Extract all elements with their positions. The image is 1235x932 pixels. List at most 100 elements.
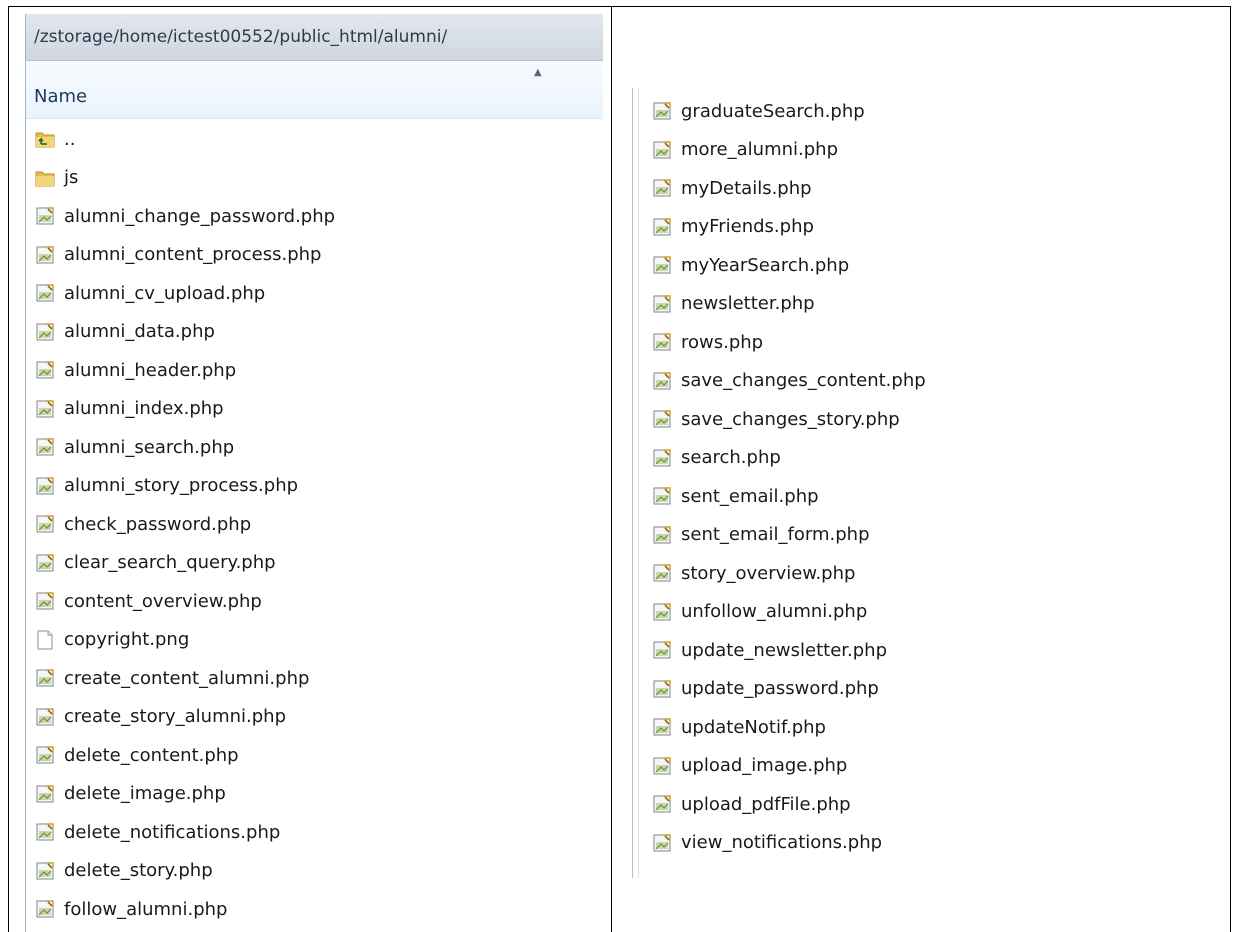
- file-list-item[interactable]: content_overview.php: [34, 582, 594, 621]
- file-list-item[interactable]: updateNotif.php: [651, 708, 926, 747]
- file-list-item[interactable]: sent_email.php: [651, 477, 926, 516]
- file-list-item[interactable]: upload_pdfFile.php: [651, 785, 926, 824]
- php-file-icon: [651, 832, 673, 854]
- php-file-icon: [34, 398, 56, 420]
- php-file-icon: [34, 321, 56, 343]
- file-list-item[interactable]: view_notifications.php: [651, 824, 926, 863]
- file-list-item[interactable]: create_story_alumni.php: [34, 698, 594, 737]
- php-file-icon: [651, 370, 673, 392]
- file-list-item[interactable]: update_newsletter.php: [651, 631, 926, 670]
- file-list-item[interactable]: delete_image.php: [34, 775, 594, 814]
- file-list-frame: graduateSearch.php more_alumni.php myDetai…: [638, 88, 1219, 878]
- php-file-icon: [651, 139, 673, 161]
- php-file-icon: [34, 436, 56, 458]
- file-list-item[interactable]: more_alumni.php: [651, 131, 926, 170]
- php-file-icon: [34, 359, 56, 381]
- file-name: myDetails.php: [681, 177, 812, 199]
- file-name: save_changes_content.php: [681, 370, 926, 392]
- file-list-item[interactable]: follow_alumni.php: [34, 890, 594, 929]
- file-name: rows.php: [681, 331, 764, 353]
- file-list-item[interactable]: graduateSearch.php: [651, 92, 926, 131]
- file-list-item[interactable]: delete_content.php: [34, 736, 594, 775]
- file-list-item[interactable]: js: [34, 159, 594, 198]
- file-name: alumni_story_process.php: [64, 475, 299, 497]
- table-cell-divider: [611, 7, 612, 932]
- file-list-item[interactable]: upload_image.php: [651, 747, 926, 786]
- php-file-icon: [651, 562, 673, 584]
- file-list-item[interactable]: check_password.php: [34, 505, 594, 544]
- file-list-item[interactable]: myDetails.php: [651, 169, 926, 208]
- file-name: save_changes_story.php: [681, 408, 900, 430]
- php-file-icon: [34, 282, 56, 304]
- file-name: copyright.png: [64, 629, 190, 651]
- file-name: search.php: [681, 447, 781, 469]
- php-file-icon: [651, 485, 673, 507]
- file-explorer-right: graduateSearch.php more_alumni.php myDetai…: [632, 88, 1223, 878]
- file-name: alumni_content_process.php: [64, 244, 322, 266]
- file-name: delete_notifications.php: [64, 821, 281, 843]
- file-name: alumni_search.php: [64, 436, 235, 458]
- file-list-item[interactable]: newsletter.php: [651, 285, 926, 324]
- php-file-icon: [651, 716, 673, 738]
- php-file-icon: [34, 860, 56, 882]
- php-file-icon: [34, 475, 56, 497]
- file-list-item[interactable]: save_changes_story.php: [651, 400, 926, 439]
- file-list-item[interactable]: story_overview.php: [651, 554, 926, 593]
- php-file-icon: [34, 552, 56, 574]
- file-name: sent_email.php: [681, 485, 819, 507]
- file-name: check_password.php: [64, 513, 252, 535]
- file-list-item[interactable]: myYearSearch.php: [651, 246, 926, 285]
- file-list-item[interactable]: alumni_story_process.php: [34, 467, 594, 506]
- file-name: sent_email_form.php: [681, 524, 870, 546]
- file-list-item[interactable]: update_password.php: [651, 670, 926, 709]
- php-file-icon: [651, 639, 673, 661]
- php-file-icon: [651, 293, 673, 315]
- php-file-icon: [651, 524, 673, 546]
- file-list-item[interactable]: alumni_cv_upload.php: [34, 274, 594, 313]
- folder-icon: [34, 167, 56, 189]
- file-name: update_password.php: [681, 678, 879, 700]
- file-name: js: [64, 167, 79, 189]
- file-list-item[interactable]: alumni_header.php: [34, 351, 594, 390]
- file-list-left: .. js alumni_change_password.php alumni_con…: [34, 120, 594, 929]
- file-list-item[interactable]: save_changes_content.php: [651, 362, 926, 401]
- path-bar[interactable]: /zstorage/home/ictest00552/public_html/a…: [26, 14, 603, 61]
- file-list-item[interactable]: delete_story.php: [34, 852, 594, 891]
- file-list-item[interactable]: unfollow_alumni.php: [651, 593, 926, 632]
- file-list-item[interactable]: clear_search_query.php: [34, 544, 594, 583]
- file-list-item[interactable]: alumni_index.php: [34, 390, 594, 429]
- file-name: upload_pdfFile.php: [681, 793, 851, 815]
- file-name: alumni_cv_upload.php: [64, 282, 266, 304]
- php-file-icon: [651, 793, 673, 815]
- file-name: unfollow_alumni.php: [681, 601, 868, 623]
- file-list-item[interactable]: ..: [34, 120, 594, 159]
- file-list-item[interactable]: copyright.png: [34, 621, 594, 660]
- file-list-item[interactable]: alumni_search.php: [34, 428, 594, 467]
- file-name: delete_content.php: [64, 744, 239, 766]
- php-file-icon: [34, 590, 56, 612]
- file-explorer-left: /zstorage/home/ictest00552/public_html/a…: [25, 14, 603, 932]
- file-list-item[interactable]: myFriends.php: [651, 208, 926, 247]
- column-header-label: Name: [34, 86, 88, 107]
- file-list-item[interactable]: alumni_change_password.php: [34, 197, 594, 236]
- file-name: updateNotif.php: [681, 716, 826, 738]
- php-file-icon: [651, 755, 673, 777]
- php-file-icon: [34, 783, 56, 805]
- php-file-icon: [34, 744, 56, 766]
- file-name: newsletter.php: [681, 293, 815, 315]
- file-name: clear_search_query.php: [64, 552, 276, 574]
- file-list-item[interactable]: alumni_content_process.php: [34, 236, 594, 275]
- file-list-item[interactable]: create_content_alumni.php: [34, 659, 594, 698]
- file-name: create_content_alumni.php: [64, 667, 310, 689]
- file-name: graduateSearch.php: [681, 100, 865, 122]
- file-list-item[interactable]: search.php: [651, 439, 926, 478]
- file-name: follow_alumni.php: [64, 898, 228, 920]
- column-header-name[interactable]: ▲ Name: [26, 61, 603, 119]
- file-list-item[interactable]: delete_notifications.php: [34, 813, 594, 852]
- file-list-item[interactable]: rows.php: [651, 323, 926, 362]
- file-list-item[interactable]: alumni_data.php: [34, 313, 594, 352]
- php-file-icon: [651, 601, 673, 623]
- blank-file-icon: [34, 629, 56, 651]
- file-list-item[interactable]: sent_email_form.php: [651, 516, 926, 555]
- php-file-icon: [34, 244, 56, 266]
